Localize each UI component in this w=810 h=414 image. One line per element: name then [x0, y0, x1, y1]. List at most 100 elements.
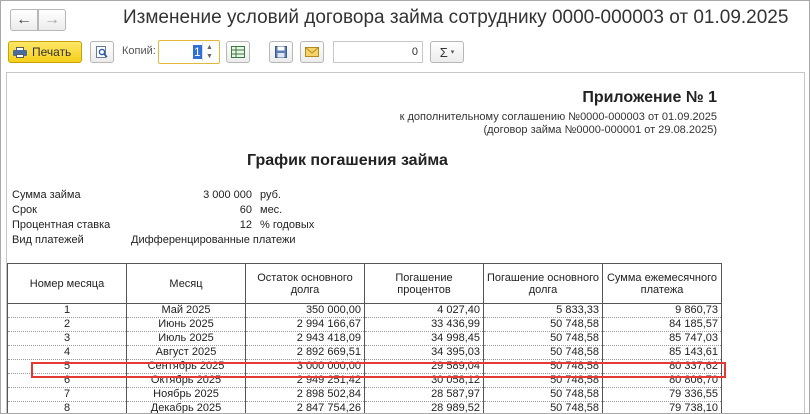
table-cell: 80 337,62 — [602, 359, 722, 374]
table-cell: 2 892 669,51 — [245, 345, 365, 360]
schedule-heading: График погашения займа — [247, 152, 448, 169]
column-header: Погашение основного долга — [483, 263, 603, 304]
table-cell: 2 898 502,84 — [245, 387, 365, 402]
table-cell: 7 — [7, 387, 127, 402]
spin-down-icon[interactable]: ▼ — [203, 52, 216, 61]
table-cell: 79 336,55 — [602, 387, 722, 402]
table-cell: Июнь 2025 — [126, 317, 246, 332]
table-cell: 2 949 251,42 — [245, 373, 365, 388]
column-header: Погашение процентов — [364, 263, 484, 304]
table-cell: 50 748,58 — [483, 359, 603, 374]
table-cell: 5 833,33 — [483, 303, 603, 318]
table-cell: 50 748,58 — [483, 331, 603, 346]
table-cell: 30 058,12 — [364, 373, 484, 388]
info-payment-type: Вид платежей Дифференцированные платежи — [12, 234, 352, 248]
table-cell: 50 748,58 — [483, 401, 603, 413]
info-term: Срок 60 мес. — [12, 204, 282, 218]
table-cell: 3 — [7, 331, 127, 346]
table-cell: 79 738,10 — [602, 401, 722, 413]
table-cell: 50 748,58 — [483, 317, 603, 332]
chevron-down-icon: ▾ — [450, 49, 455, 56]
table-cell: Июль 2025 — [126, 331, 246, 346]
sum-field[interactable]: 0 — [333, 41, 423, 63]
printer-icon — [13, 46, 27, 58]
copies-spinner[interactable]: ▲ ▼ — [202, 43, 216, 61]
table-cell: 28 989,52 — [364, 401, 484, 413]
copies-input[interactable]: 1 ▲ ▼ — [158, 40, 220, 64]
table-cell: 50 748,58 — [483, 373, 603, 388]
print-button[interactable]: Печать — [8, 41, 82, 63]
table-row: 4 Август 2025 2 892 669,51 34 395,03 50 748,… — [7, 345, 722, 360]
info-label: Процентная ставка — [12, 219, 111, 231]
table-cell: 80 806,70 — [602, 373, 722, 388]
column-header: Сумма ежемесячного платежа — [602, 263, 722, 304]
table-cell: 50 748,58 — [483, 345, 603, 360]
forward-button[interactable]: → — [38, 9, 66, 31]
table-cell: 4 027,40 — [364, 303, 484, 318]
table-cell: 85 143,61 — [602, 345, 722, 360]
table-header-row: Номер месяца Месяц Остаток основного дол… — [7, 263, 722, 304]
info-value: 12 — [239, 219, 252, 231]
table-cell: 50 748,58 — [483, 387, 603, 402]
table-cell: 28 587,97 — [364, 387, 484, 402]
table-cell: 2 — [7, 317, 127, 332]
table-cell: Декабрь 2025 — [126, 401, 246, 413]
column-header: Номер месяца — [7, 263, 127, 304]
table-cell: 350 000,00 — [245, 303, 365, 318]
sigma-icon: Σ — [439, 44, 448, 60]
table-cell: Май 2025 — [126, 303, 246, 318]
send-email-button[interactable] — [300, 41, 324, 63]
copies-label: Копий: — [122, 45, 156, 57]
info-label: Вид платежей — [12, 234, 84, 246]
envelope-icon — [305, 47, 319, 57]
table-cell: 9 860,73 — [602, 303, 722, 318]
table-row: 1 Май 2025 350 000,00 4 027,40 5 833,33 9 860… — [7, 303, 722, 318]
floppy-disk-icon — [275, 46, 287, 58]
table-row: 7 Ноябрь 2025 2 898 502,84 28 587,97 50 748,… — [7, 387, 722, 402]
table-cell: 85 747,03 — [602, 331, 722, 346]
info-unit: мес. — [260, 204, 283, 216]
info-unit: руб. — [260, 189, 281, 201]
toolbar: Печать Копий: 1 ▲ ▼ 0 Σ ▾ — [1, 39, 809, 65]
table-row: 2 Июнь 2025 2 994 166,67 33 436,99 50 748,58… — [7, 317, 722, 332]
edit-table-button[interactable] — [226, 41, 250, 63]
preview-button[interactable] — [90, 41, 114, 63]
table-cell: Сентябрь 2025 — [126, 359, 246, 374]
table-row: 8 Декабрь 2025 2 847 754,26 28 989,52 50 748… — [7, 401, 722, 413]
print-button-label: Печать — [32, 45, 72, 59]
table-edit-icon — [231, 46, 245, 58]
spin-up-icon[interactable]: ▲ — [203, 43, 216, 52]
table-row: 5 Сентябрь 2025 3 000 000,00 29 589,04 50 74… — [7, 359, 722, 374]
table-cell: 2 994 166,67 — [245, 317, 365, 332]
table-cell: 34 998,45 — [364, 331, 484, 346]
table-cell: Август 2025 — [126, 345, 246, 360]
info-loan-amount: Сумма займа 3 000 000 руб. — [12, 189, 281, 203]
info-label: Сумма займа — [12, 189, 81, 201]
arrow-right-icon: → — [44, 11, 60, 28]
table-cell: 6 — [7, 373, 127, 388]
window-title: Изменение условий договора займа сотрудн… — [123, 7, 789, 28]
info-value: 60 — [239, 204, 252, 216]
info-unit: % годовых — [260, 219, 315, 231]
column-header: Месяц — [126, 263, 246, 304]
sum-mode-button[interactable]: Σ ▾ — [430, 41, 464, 63]
save-button[interactable] — [269, 41, 293, 63]
appendix-title: Приложение № 1 — [582, 89, 717, 106]
info-label: Срок — [12, 204, 37, 216]
info-value: 3 000 000 — [203, 189, 252, 201]
table-row: 3 Июль 2025 2 943 418,09 34 998,45 50 748,58… — [7, 331, 722, 346]
table-cell: Ноябрь 2025 — [126, 387, 246, 402]
title-bar: ← → Изменение условий договора займа сот… — [1, 1, 809, 37]
table-cell: 8 — [7, 401, 127, 413]
magnifier-page-icon — [96, 46, 108, 58]
table-cell: 5 — [7, 359, 127, 374]
table-cell: 3 000 000,00 — [245, 359, 365, 374]
table-row: 6 Октябрь 2025 2 949 251,42 30 058,12 50 748… — [7, 373, 722, 388]
appendix-line-1: к дополнительному соглашению №0000-00000… — [399, 111, 717, 123]
table-cell: 33 436,99 — [364, 317, 484, 332]
spreadsheet-document[interactable]: Приложение № 1 к дополнительному соглаше… — [6, 72, 805, 413]
info-value: Дифференцированные платежи — [131, 234, 296, 246]
repayment-schedule-table: Номер месяца Месяц Остаток основного дол… — [7, 263, 722, 413]
table-cell: 2 847 754,26 — [245, 401, 365, 413]
back-button[interactable]: ← — [10, 9, 38, 31]
